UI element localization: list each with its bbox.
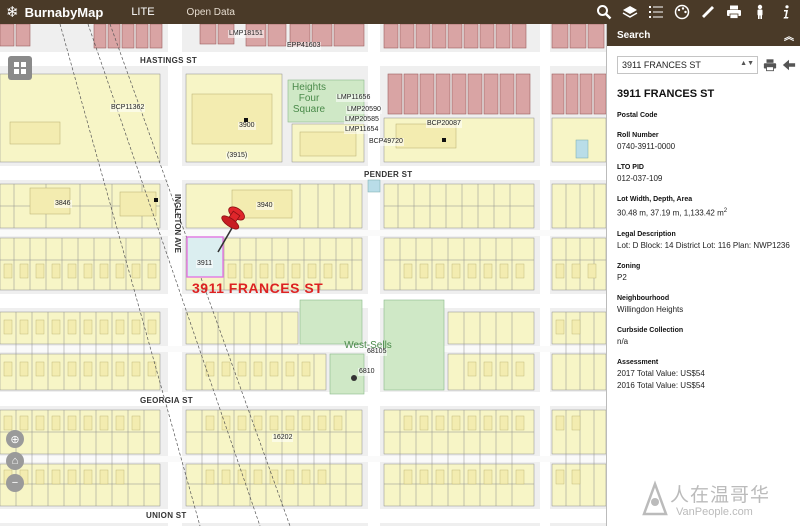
app-root: ❄ BurnabyMap LITE Open Data HASTINGS ST … [0, 0, 800, 526]
address-search-select[interactable]: 3911 FRANCES ST ▲▼ [617, 56, 758, 74]
printer-icon[interactable] [724, 2, 744, 22]
snowflake-icon: ❄ [6, 3, 19, 21]
property-field-label: Legal Description [617, 230, 676, 238]
selected-address-label: 3911 FRANCES ST [192, 280, 324, 296]
plan-label: 6810 [358, 368, 376, 376]
lot-number: (3915) [226, 152, 249, 160]
plan-label: BCP49720 [368, 138, 404, 146]
minus-icon: − [11, 477, 19, 489]
plan-label: 16202 [272, 434, 294, 442]
property-field-label: Lot Width, Depth, Area [617, 196, 693, 203]
home-button[interactable]: ⌂ [6, 452, 24, 470]
property-field-value: P2 [617, 272, 627, 282]
panel-header: Search ︽ [607, 24, 800, 46]
plan-label: LMP11656 [336, 94, 372, 102]
home-icon: ⌂ [11, 455, 19, 467]
property-field-value: 2017 Total Value: US$54 [617, 368, 705, 378]
plan-label: BCP11362 [110, 104, 146, 112]
lot-number: 3900 [238, 122, 256, 130]
search-panel: Search ︽ 3911 FRANCES ST ▲▼ 3911 FRANCES… [606, 24, 800, 526]
street-label-hastings: HASTINGS ST [140, 56, 198, 65]
list-icon[interactable] [646, 2, 666, 22]
map-view[interactable]: HASTINGS ST PENDER ST GEORGIA ST UNION S… [0, 24, 606, 526]
property-field: Roll Number 0740-3911-0000 [607, 131, 800, 152]
property-field: Zoning P2 [607, 262, 800, 283]
plan-label: LMP20590 [346, 106, 382, 114]
nav-open-data-link[interactable]: Open Data [187, 7, 235, 18]
lot-number-selected: 3911 [196, 260, 214, 268]
watermark-logo [642, 480, 668, 516]
search-row: 3911 FRANCES ST ▲▼ [607, 46, 800, 74]
brand[interactable]: ❄ BurnabyMap [0, 0, 103, 24]
top-bar: ❄ BurnabyMap LITE Open Data [0, 0, 800, 24]
property-field: Postal Code [607, 111, 800, 120]
park-label-heights-four-square: Heights Four Square [292, 82, 326, 115]
property-field: Curbside Collection n/a [607, 326, 800, 347]
plan-label: 68105 [366, 348, 388, 356]
watermark: 人在温哥华 VanPeople.com [640, 478, 800, 526]
plan-label: LMP20585 [344, 116, 380, 124]
property-field-value: 012-037-109 [617, 174, 663, 183]
zoom-out-button[interactable]: − [6, 474, 24, 492]
property-fields: Postal Code Roll Number 0740-3911-0000 LTO … [607, 111, 800, 391]
property-field: Legal Description Lot: D Block: 14 Distri… [607, 230, 800, 251]
property-field-value: Lot: D Block: 14 District Lot: 116 Plan:… [617, 240, 790, 250]
property-field-value: 2016 Total Value: US$54 [617, 380, 705, 390]
property-field-value: Willingdon Heights [617, 304, 684, 314]
basemap-grid-button[interactable] [8, 56, 32, 80]
street-label-ingleton: INGLETON AVE [173, 194, 182, 253]
location-pin-icon[interactable] [210, 204, 250, 254]
watermark-en: VanPeople.com [676, 506, 753, 518]
property-field-value: n/a [617, 336, 629, 346]
area-unit-superscript: 2 [723, 208, 728, 214]
property-field: 2016 Total Value: US$54 [607, 381, 800, 391]
property-field: LTO PID 012-037-109 [607, 163, 800, 184]
panel-title: Search [617, 29, 651, 41]
layers-icon[interactable] [620, 2, 640, 22]
printer-icon[interactable] [762, 57, 777, 73]
property-field-value: 30.48 m, 37.19 m, 1,133.42 m2 [617, 208, 728, 218]
plan-label: BCP20087 [426, 120, 462, 128]
property-field: Assessment 2017 Total Value: US$54 [607, 358, 800, 379]
plan-label: LMP18151 [228, 30, 264, 38]
collapse-icon[interactable]: ︽ [784, 28, 794, 43]
search-icon[interactable] [594, 2, 614, 22]
info-icon[interactable] [776, 2, 796, 22]
locate-button[interactable]: ⊕ [6, 430, 24, 448]
lot-number: 3940 [256, 202, 274, 210]
property-field-label: Assessment [617, 358, 659, 366]
search-select-value: 3911 FRANCES ST [622, 60, 701, 70]
property-field-label: Zoning [617, 262, 641, 270]
property-field-label: Roll Number [617, 132, 659, 139]
property-field: Lot Width, Depth, Area 30.48 m, 37.19 m, … [607, 195, 800, 219]
plan-label: EPP41603 [286, 42, 322, 50]
lot-number: 3846 [54, 200, 72, 208]
toolbar [594, 0, 796, 24]
property-field-label: LTO PID [617, 164, 644, 171]
zoom-controls: ⊕ ⌂ − [6, 430, 26, 520]
watermark-cn: 人在温哥华 [670, 484, 771, 506]
street-label-union: UNION ST [146, 511, 187, 520]
palette-icon[interactable] [672, 2, 692, 22]
grid-icon [14, 62, 26, 74]
plan-label: LMP11654 [344, 126, 380, 134]
property-field: Neighbourhood Willingdon Heights [607, 294, 800, 315]
property-field-label: Neighbourhood [617, 294, 670, 302]
result-title: 3911 FRANCES ST [617, 88, 715, 100]
property-field-label: Postal Code [617, 112, 658, 119]
dropdown-arrow-icon: ▲▼ [740, 60, 754, 67]
property-field-label: Curbside Collection [617, 326, 684, 334]
nav-lite-link[interactable]: LITE [131, 6, 154, 18]
person-icon[interactable] [750, 2, 770, 22]
street-label-georgia: GEORGIA ST [140, 396, 193, 405]
brand-title: BurnabyMap [24, 4, 104, 20]
street-label-pender: PENDER ST [364, 170, 413, 179]
property-field-value: 0740-3911-0000 [617, 142, 676, 151]
ruler-icon[interactable] [698, 2, 718, 22]
back-arrow-icon[interactable] [781, 57, 796, 73]
crosshair-icon: ⊕ [10, 433, 20, 446]
